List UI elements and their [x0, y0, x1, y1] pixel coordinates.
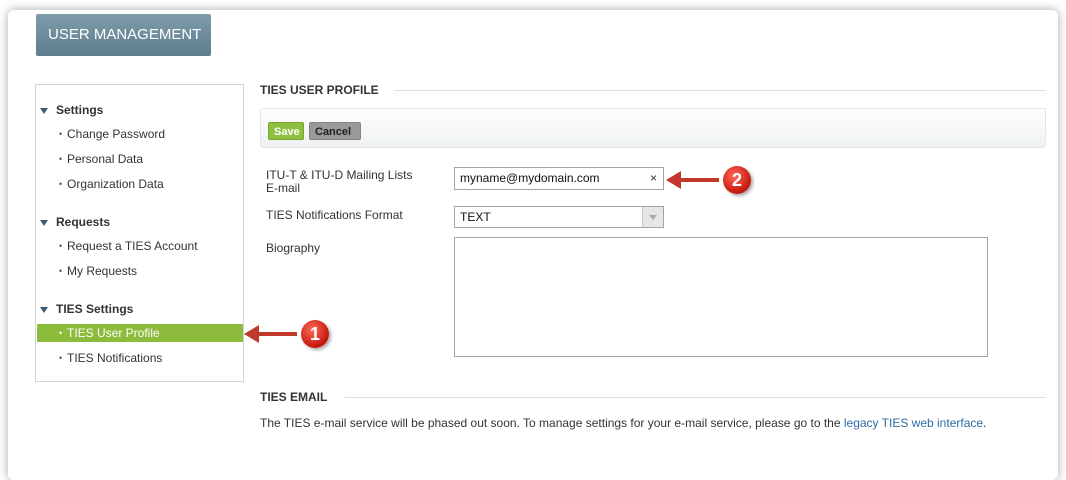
- chevron-down-icon[interactable]: [642, 207, 663, 227]
- sidebar-item-my-requests[interactable]: • My Requests: [37, 262, 243, 280]
- save-button[interactable]: Save: [268, 122, 304, 140]
- sidebar-item-ties-user-profile[interactable]: • TIES User Profile: [37, 324, 243, 342]
- sidebar-item-ties-notifications[interactable]: • TIES Notifications: [37, 349, 243, 367]
- bullet-icon: •: [59, 328, 63, 338]
- email-notice-body: The TIES e-mail service will be phased o…: [260, 416, 844, 430]
- biography-label: Biography: [266, 241, 321, 255]
- section-divider: [394, 90, 1046, 91]
- section-divider: [345, 397, 1046, 398]
- sidebar-group-label: TIES Settings: [56, 302, 134, 316]
- notifications-format-select[interactable]: TEXT: [454, 206, 664, 228]
- sidebar-group-requests[interactable]: Requests: [40, 215, 110, 229]
- bullet-icon: •: [59, 129, 63, 139]
- email-label-line2: E-mail: [266, 181, 301, 195]
- email-field-label: ITU-T & ITU-D Mailing Lists E-mail: [266, 169, 412, 195]
- sidebar-item-label: Personal Data: [67, 152, 144, 166]
- annotation-badge-1: 1: [301, 320, 329, 348]
- collapse-triangle-icon: [40, 219, 48, 226]
- form-toolbar: Save Cancel: [260, 108, 1046, 148]
- annotation-arrow-1: [244, 325, 297, 343]
- sidebar-item-label: TIES User Profile: [67, 326, 160, 340]
- sidebar-item-personal-data[interactable]: • Personal Data: [37, 150, 243, 168]
- annotation-arrow-2: [666, 171, 719, 189]
- format-field-label: TIES Notifications Format: [266, 208, 403, 222]
- sidebar-item-label: My Requests: [67, 264, 138, 278]
- biography-textarea[interactable]: [454, 237, 988, 357]
- sidebar-group-settings[interactable]: Settings: [40, 103, 103, 117]
- bullet-icon: •: [59, 266, 63, 276]
- email-field[interactable]: myname@mydomain.com ×: [454, 167, 664, 190]
- collapse-triangle-icon: [40, 107, 48, 114]
- email-section-title: TIES EMAIL: [260, 390, 328, 404]
- sidebar: Settings • Change Password • Personal Data…: [35, 84, 244, 382]
- sidebar-item-change-password[interactable]: • Change Password: [37, 125, 243, 143]
- bullet-icon: •: [59, 241, 63, 251]
- sidebar-item-label: TIES Notifications: [67, 351, 163, 365]
- bullet-icon: •: [59, 353, 63, 363]
- format-value: TEXT: [460, 210, 491, 224]
- sidebar-group-ties-settings[interactable]: TIES Settings: [40, 302, 133, 316]
- legacy-ties-link[interactable]: legacy TIES web interface: [844, 416, 983, 430]
- user-management-header: USER MANAGEMENT: [36, 14, 211, 56]
- sidebar-group-label: Settings: [56, 103, 104, 117]
- collapse-triangle-icon: [40, 306, 48, 313]
- cancel-button[interactable]: Cancel: [309, 122, 361, 140]
- bullet-icon: •: [59, 154, 63, 164]
- annotation-badge-2: 2: [723, 166, 751, 194]
- sidebar-item-label: Change Password: [67, 127, 166, 141]
- profile-section-title: TIES USER PROFILE: [260, 83, 379, 97]
- sidebar-item-request-account[interactable]: • Request a TIES Account: [37, 237, 243, 255]
- sidebar-item-label: Organization Data: [67, 177, 164, 191]
- email-notice-text: The TIES e-mail service will be phased o…: [260, 416, 1050, 430]
- sidebar-item-organization-data[interactable]: • Organization Data: [37, 175, 243, 193]
- email-notice-suffix: .: [983, 416, 987, 430]
- clear-icon[interactable]: ×: [650, 168, 657, 189]
- bullet-icon: •: [59, 179, 63, 189]
- email-value: myname@mydomain.com: [460, 171, 600, 185]
- sidebar-group-label: Requests: [56, 215, 111, 229]
- sidebar-item-label: Request a TIES Account: [67, 239, 198, 253]
